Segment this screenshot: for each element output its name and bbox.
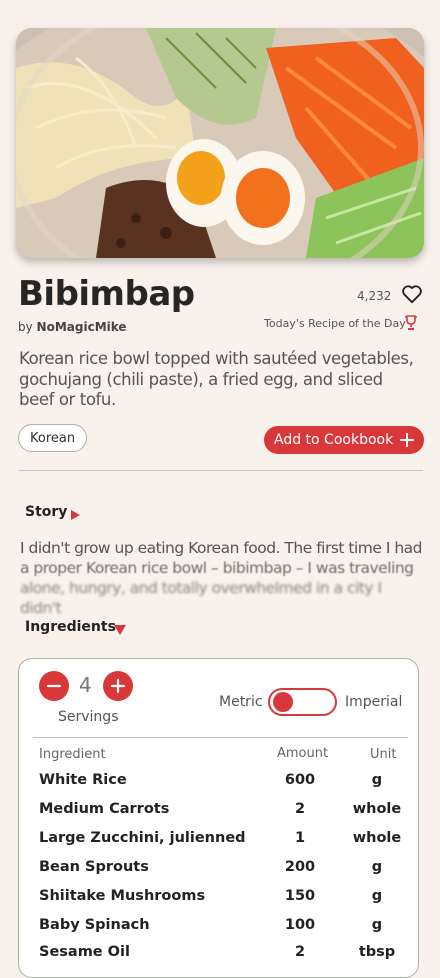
ingredient-unit: g: [371, 859, 383, 875]
ingredients-toggle[interactable]: Ingredients: [25, 619, 116, 635]
recipe-of-day-badge: Today's Recipe of the Day: [264, 317, 406, 330]
recipe-title: Bibimbap: [18, 274, 195, 314]
decrease-servings-button[interactable]: [39, 671, 69, 701]
ingredient-amount: 150: [284, 888, 316, 904]
minus-icon: [46, 684, 62, 688]
ingredient-unit: g: [371, 772, 383, 788]
ingredient-amount: 2: [294, 801, 306, 817]
unit-system-toggle[interactable]: [268, 688, 337, 716]
ingredient-row: Bean Sprouts 200 g: [0, 859, 440, 888]
add-to-cookbook-button[interactable]: Add to Cookbook: [264, 426, 424, 454]
story-line: alone, hungry, and totally overwhelmed i…: [20, 579, 382, 617]
ingredient-amount: 600: [284, 772, 316, 788]
ingredient-name: Shiitake Mushrooms: [39, 888, 206, 904]
ingredient-row: Medium Carrots 2 whole: [0, 801, 440, 830]
story-line: I didn't grow up eating Korean food. The…: [20, 539, 423, 557]
toggle-knob[interactable]: [273, 692, 293, 712]
bibimbap-bowl-illustration: [16, 28, 424, 258]
ingredient-row: Baby Spinach 100 g: [0, 917, 440, 946]
ingredient-name: Large Zucchini, julienned: [39, 830, 246, 846]
ingredient-name: Bean Sprouts: [39, 859, 149, 875]
like-count: 4,232: [357, 289, 392, 303]
ingredient-amount: 200: [284, 859, 316, 875]
imperial-label[interactable]: Imperial: [345, 694, 402, 710]
cuisine-tag[interactable]: Korean: [18, 424, 87, 452]
servings-count: 4: [79, 673, 92, 697]
column-header-unit: Unit: [370, 747, 397, 762]
ingredient-amount: 2: [294, 944, 306, 960]
ingredient-amount: 100: [284, 917, 316, 933]
ingredient-row: White Rice 600 g: [0, 772, 440, 801]
increase-servings-button[interactable]: [103, 671, 133, 701]
ingredient-amount: 1: [294, 830, 306, 846]
triangle-down-icon[interactable]: [114, 625, 126, 635]
recipe-description: Korean rice bowl topped with sautéed veg…: [19, 349, 414, 409]
divider: [33, 737, 408, 738]
metric-label[interactable]: Metric: [219, 694, 263, 710]
plus-icon: [110, 678, 126, 694]
ingredient-unit: whole: [352, 830, 402, 846]
ingredient-unit: g: [371, 888, 383, 904]
ingredient-unit: whole: [352, 801, 402, 817]
ingredient-row: Sesame Oil 2 tbsp: [0, 944, 440, 973]
heart-outline-icon[interactable]: [401, 284, 423, 304]
plus-icon: [400, 433, 414, 447]
recipe-hero-image: [16, 28, 424, 258]
ingredient-unit: g: [371, 917, 383, 933]
column-header-amount: Amount: [277, 746, 329, 761]
ingredient-name: White Rice: [39, 772, 127, 788]
add-to-cookbook-label: Add to Cookbook: [274, 432, 394, 448]
divider: [18, 470, 423, 471]
ingredient-name: Medium Carrots: [39, 801, 170, 817]
ingredient-unit: tbsp: [358, 944, 396, 960]
byline-prefix: by: [18, 320, 33, 334]
servings-label: Servings: [58, 709, 119, 725]
recipe-byline: by NoMagicMike: [18, 320, 127, 334]
ingredient-row: Large Zucchini, julienned 1 whole: [0, 830, 440, 859]
story-line: a proper Korean rice bowl – bibimbap – I…: [20, 559, 414, 577]
ingredient-row: Shiitake Mushrooms 150 g: [0, 888, 440, 917]
ingredient-name: Baby Spinach: [39, 917, 150, 933]
author-link[interactable]: NoMagicMike: [37, 320, 127, 334]
trophy-icon: [405, 315, 417, 330]
ingredient-name: Sesame Oil: [39, 944, 130, 960]
story-toggle[interactable]: Story: [25, 504, 67, 520]
story-preview: I didn't grow up eating Korean food. The…: [20, 538, 425, 618]
column-header-ingredient: Ingredient: [39, 747, 106, 762]
triangle-right-icon[interactable]: [71, 510, 80, 520]
